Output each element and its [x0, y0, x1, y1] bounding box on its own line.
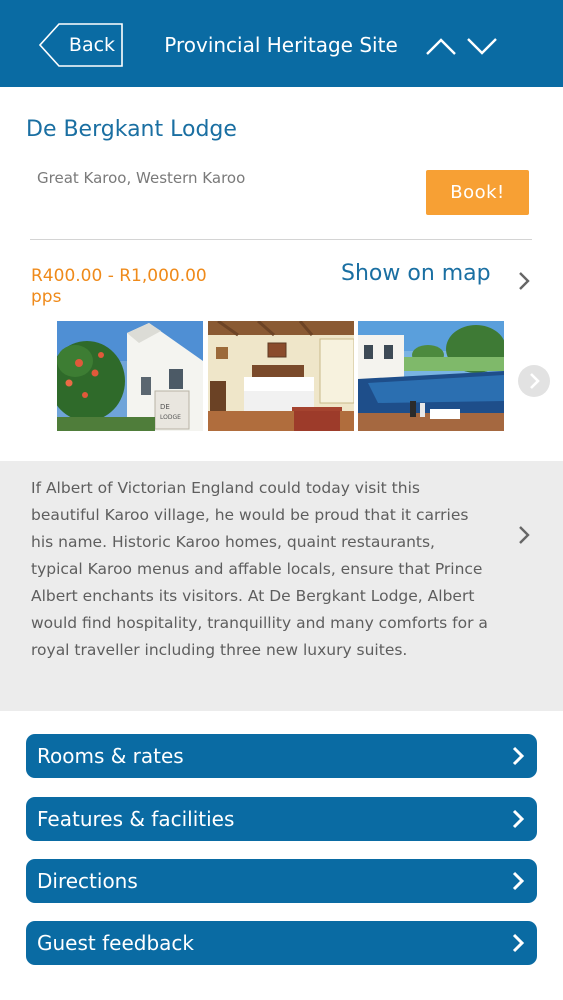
- price-range: R400.00 - R1,000.00: [31, 266, 207, 286]
- gallery-photo-bedroom[interactable]: [208, 321, 354, 431]
- chevron-right-icon: [512, 809, 525, 829]
- description-text: If Albert of Victorian England could tod…: [31, 479, 488, 659]
- chevron-right-icon: [514, 524, 534, 546]
- svg-text:LODGE: LODGE: [160, 414, 181, 421]
- circle-chevron-right-icon[interactable]: [518, 365, 550, 397]
- chevron-right-icon[interactable]: [514, 270, 534, 292]
- gallery-photo-pool[interactable]: [358, 321, 504, 431]
- rooms-rates-label: Rooms & rates: [37, 744, 184, 768]
- svg-text:DE: DE: [160, 403, 170, 411]
- features-facilities-label: Features & facilities: [37, 807, 235, 831]
- back-button[interactable]: Back: [39, 23, 123, 67]
- gallery-photo-exterior[interactable]: DE LODGE: [57, 321, 203, 431]
- description-panel[interactable]: If Albert of Victorian England could tod…: [0, 461, 563, 711]
- rooms-rates-button[interactable]: Rooms & rates: [26, 734, 537, 778]
- directions-button[interactable]: Directions: [26, 859, 537, 903]
- chevron-right-icon: [512, 871, 525, 891]
- directions-label: Directions: [37, 869, 138, 893]
- chevron-up-icon[interactable]: [424, 34, 458, 58]
- lodge-name: De Bergkant Lodge: [26, 117, 237, 142]
- show-on-map-link[interactable]: Show on map: [341, 261, 491, 286]
- chevron-right-icon: [512, 746, 525, 766]
- book-button[interactable]: Book!: [426, 170, 529, 215]
- chevron-down-icon[interactable]: [465, 34, 499, 58]
- chevron-right-icon: [512, 933, 525, 953]
- divider: [30, 239, 532, 240]
- back-button-label: Back: [68, 34, 116, 56]
- guest-feedback-label: Guest feedback: [37, 931, 194, 955]
- price-unit: pps: [31, 287, 62, 307]
- features-facilities-button[interactable]: Features & facilities: [26, 797, 537, 841]
- header-bar: Back Provincial Heritage Site: [0, 0, 563, 87]
- page-title: Provincial Heritage Site: [164, 33, 398, 57]
- lodge-location: Great Karoo, Western Karoo: [37, 169, 246, 187]
- guest-feedback-button[interactable]: Guest feedback: [26, 921, 537, 965]
